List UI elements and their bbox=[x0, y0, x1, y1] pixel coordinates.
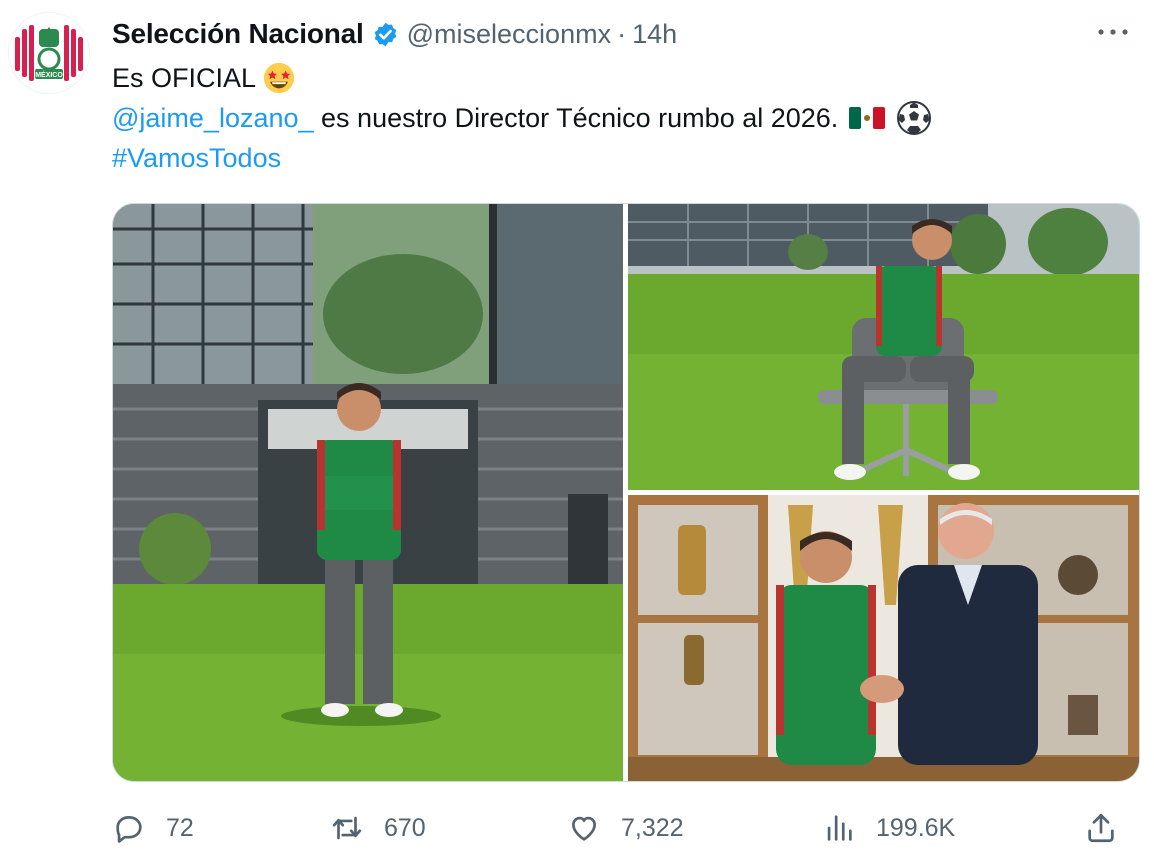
star-struck-emoji-icon bbox=[263, 62, 295, 94]
more-icon[interactable] bbox=[1096, 22, 1130, 42]
repost-count: 670 bbox=[384, 813, 426, 842]
reply-count: 72 bbox=[166, 813, 194, 842]
tweet-text: Es OFICIAL @jaime_lozano_ es nuestro Dir… bbox=[112, 58, 932, 178]
author-name[interactable]: Selección Nacional bbox=[112, 18, 364, 50]
share-icon bbox=[1088, 813, 1114, 843]
repost-button[interactable]: 670 bbox=[330, 806, 426, 850]
photo-coach-standing[interactable] bbox=[113, 204, 623, 781]
mexico-flag-icon bbox=[849, 107, 886, 129]
mention-link[interactable]: @jaime_lozano_ bbox=[112, 98, 314, 138]
photo-coach-seated-image bbox=[628, 204, 1139, 490]
tweet-header: Selección Nacional @miseleccionmx · 14h bbox=[112, 14, 677, 54]
views-button[interactable]: 199.6K bbox=[822, 806, 955, 850]
views-count: 199.6K bbox=[876, 813, 956, 842]
photo-coach-seated[interactable] bbox=[628, 204, 1139, 490]
share-button[interactable] bbox=[1084, 806, 1118, 850]
tweet-timestamp[interactable]: 14h bbox=[632, 19, 677, 50]
like-count: 7,322 bbox=[621, 813, 684, 842]
views-chart-icon bbox=[827, 815, 852, 841]
media-grid bbox=[112, 203, 1140, 782]
separator-dot: · bbox=[617, 18, 627, 49]
avatar[interactable]: MÉXICO bbox=[8, 12, 90, 94]
author-handle[interactable]: @miseleccionmx bbox=[407, 19, 611, 50]
reply-button[interactable]: 72 bbox=[112, 806, 194, 850]
tweet-actions-bar: 72 670 7,322 199.6K bbox=[112, 806, 1142, 850]
heart-icon bbox=[572, 816, 596, 841]
tweet-line-2-text: es nuestro Director Técnico rumbo al 202… bbox=[313, 103, 839, 133]
photo-handshake-image bbox=[628, 495, 1139, 781]
photo-handshake[interactable] bbox=[628, 495, 1139, 781]
repost-icon bbox=[332, 816, 362, 840]
soccer-ball-icon bbox=[897, 101, 932, 135]
avatar-logo-text: MÉXICO bbox=[35, 70, 63, 79]
like-button[interactable]: 7,322 bbox=[567, 806, 684, 850]
mexico-federation-logo: MÉXICO bbox=[15, 25, 83, 81]
hashtag-link[interactable]: #VamosTodos bbox=[112, 138, 281, 178]
verified-badge-icon[interactable] bbox=[372, 21, 399, 48]
reply-icon bbox=[116, 816, 142, 843]
photo-coach-standing-image bbox=[113, 204, 623, 781]
tweet-line-1: Es OFICIAL bbox=[112, 63, 257, 93]
